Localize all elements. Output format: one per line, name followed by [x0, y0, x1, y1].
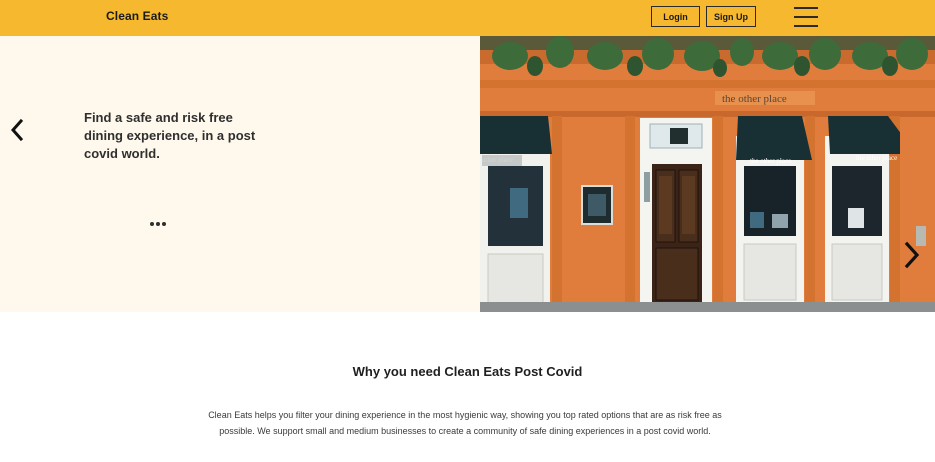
- chevron-left-icon[interactable]: [9, 118, 25, 142]
- hero-text-panel: Find a safe and risk free dining experie…: [0, 36, 480, 312]
- hero-carousel: Find a safe and risk free dining experie…: [0, 36, 935, 312]
- storefront-image: the other place other place the other pl…: [480, 36, 935, 312]
- brand-logo[interactable]: Clean Eats: [106, 9, 168, 23]
- storefront-sign: the other place: [722, 93, 787, 105]
- hero-tagline: Find a safe and risk free dining experie…: [84, 110, 256, 161]
- ellipsis-icon[interactable]: [150, 222, 166, 226]
- hamburger-menu-icon[interactable]: [794, 7, 818, 27]
- chevron-right-icon[interactable]: [903, 241, 921, 269]
- signup-button[interactable]: Sign Up: [706, 6, 756, 27]
- login-button[interactable]: Login: [651, 6, 700, 27]
- top-navbar: Clean Eats Login Sign Up: [0, 0, 935, 36]
- why-section-title: Why you need Clean Eats Post Covid: [352, 364, 583, 379]
- awning-label-middle: the other place: [750, 157, 791, 165]
- why-section-body: Clean Eats helps you filter your dining …: [208, 410, 722, 436]
- awning-label-right: the other place: [856, 154, 897, 162]
